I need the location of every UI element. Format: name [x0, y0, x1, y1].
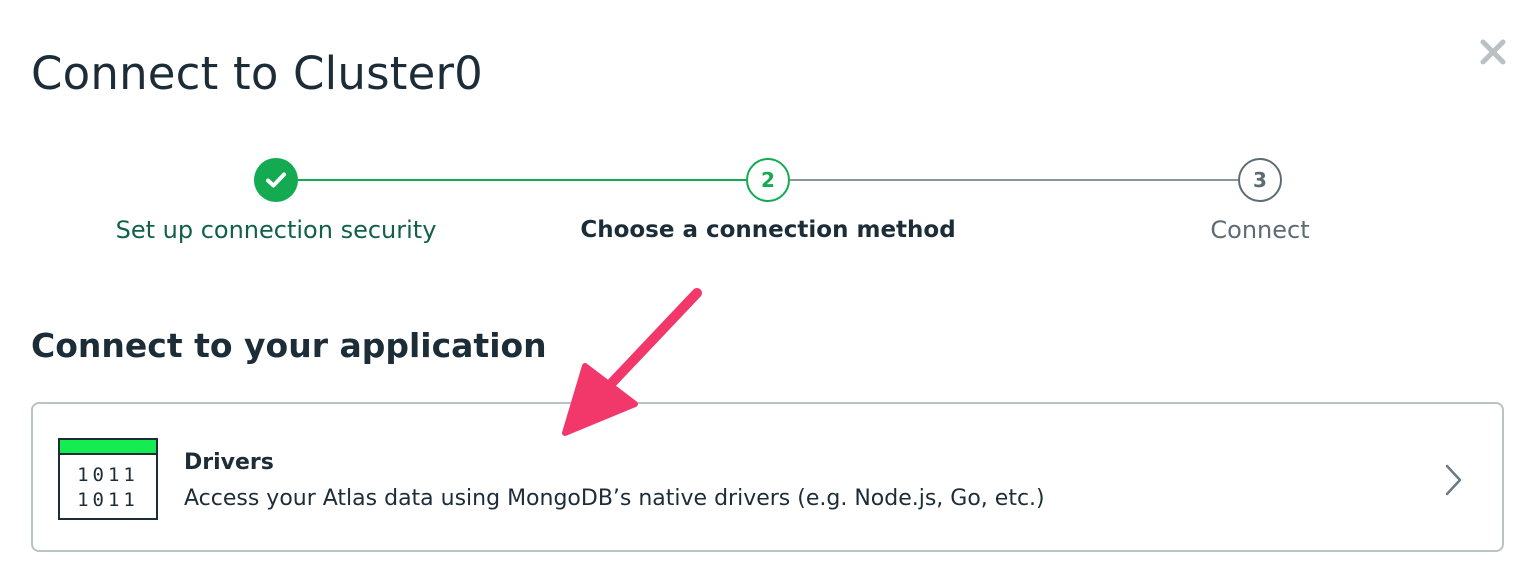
stepper-line-complete: [298, 179, 746, 181]
step-3-label: Connect: [1210, 216, 1310, 244]
section-title: Connect to your application: [31, 326, 547, 365]
step-1-indicator: [254, 158, 298, 202]
binary-row-2: 1011: [77, 489, 139, 511]
stepper: 2 3 Set up connection security Choose a …: [0, 0, 1534, 260]
binary-row-1: 1011: [77, 464, 139, 486]
connect-modal: Connect to Cluster0 2 3 Set up connectio…: [0, 0, 1534, 574]
drivers-binary-icon: 1011 1011: [58, 438, 158, 520]
check-icon: [266, 172, 286, 188]
drivers-option-card[interactable]: 1011 1011 Drivers Access your Atlas data…: [31, 402, 1504, 552]
chevron-right-icon[interactable]: [1443, 463, 1465, 497]
step-1-label[interactable]: Set up connection security: [116, 213, 437, 247]
step-3-indicator: 3: [1238, 158, 1282, 202]
stepper-line-upcoming: [790, 179, 1238, 181]
step-2-label: Choose a connection method: [580, 217, 956, 243]
option-description: Access your Atlas data using MongoDB’s n…: [184, 486, 1045, 511]
step-2-indicator: 2: [746, 158, 790, 202]
option-name: Drivers: [184, 450, 274, 475]
